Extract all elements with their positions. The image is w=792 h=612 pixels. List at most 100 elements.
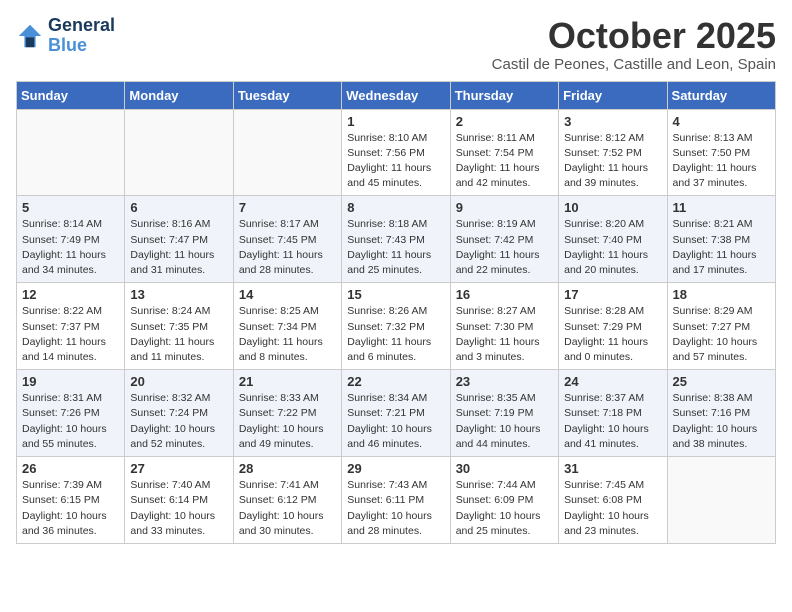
calendar-day-cell: 13Sunrise: 8:24 AM Sunset: 7:35 PM Dayli… <box>125 283 233 370</box>
calendar-day-cell: 8Sunrise: 8:18 AM Sunset: 7:43 PM Daylig… <box>342 196 450 283</box>
day-number: 30 <box>456 461 553 476</box>
logo-text: General Blue <box>48 16 115 56</box>
weekday-header-cell: Thursday <box>450 81 558 109</box>
weekday-header-cell: Wednesday <box>342 81 450 109</box>
day-info: Sunrise: 8:12 AM Sunset: 7:52 PM Dayligh… <box>564 131 661 192</box>
calendar-day-cell: 28 Sunrise: 7:41 AM Sunset: 6:12 PM Dayli… <box>233 457 341 544</box>
calendar-week-row: 1 Sunrise: 8:10 AM Sunset: 7:56 PM Daylig… <box>17 109 776 196</box>
day-number: 5 <box>22 200 119 215</box>
calendar-day-cell <box>125 109 233 196</box>
page-header: General Blue October 2025 Castil de Peon… <box>16 16 776 73</box>
calendar-day-cell: 17Sunrise: 8:28 AM Sunset: 7:29 PM Dayli… <box>559 283 667 370</box>
calendar-day-cell: 26Sunrise: 7:39 AM Sunset: 6:15 PM Dayli… <box>17 457 125 544</box>
calendar-day-cell: 4 Sunrise: 8:13 AM Sunset: 7:50 PM Daylig… <box>667 109 775 196</box>
location-title: Castil de Peones, Castille and Leon, Spa… <box>492 56 776 73</box>
day-info: Sunrise: 8:16 AM Sunset: 7:47 PM Dayligh… <box>130 217 227 278</box>
weekday-header-cell: Sunday <box>17 81 125 109</box>
day-info: Sunrise: 8:32 AM Sunset: 7:24 PM Dayligh… <box>130 391 227 452</box>
weekday-header-cell: Tuesday <box>233 81 341 109</box>
day-info: Sunrise: 7:44 AM Sunset: 6:09 PM Dayligh… <box>456 478 553 539</box>
weekday-header-row: SundayMondayTuesdayWednesdayThursdayFrid… <box>17 81 776 109</box>
day-number: 22 <box>347 374 444 389</box>
day-number: 28 <box>239 461 336 476</box>
day-info: Sunrise: 7:45 AM Sunset: 6:08 PM Dayligh… <box>564 478 661 539</box>
calendar-day-cell: 29 Sunrise: 7:43 AM Sunset: 6:11 PM Dayli… <box>342 457 450 544</box>
calendar-week-row: 19 Sunrise: 8:31 AM Sunset: 7:26 PM Dayli… <box>17 370 776 457</box>
day-number: 9 <box>456 200 553 215</box>
logo-icon <box>16 22 44 50</box>
day-info: Sunrise: 8:22 AM Sunset: 7:37 PM Dayligh… <box>22 304 119 365</box>
day-number: 15 <box>347 287 444 302</box>
day-number: 25 <box>673 374 770 389</box>
calendar-day-cell: 7 Sunrise: 8:17 AM Sunset: 7:45 PM Daylig… <box>233 196 341 283</box>
calendar-day-cell: 16Sunrise: 8:27 AM Sunset: 7:30 PM Dayli… <box>450 283 558 370</box>
day-number: 6 <box>130 200 227 215</box>
day-info: Sunrise: 8:33 AM Sunset: 7:22 PM Dayligh… <box>239 391 336 452</box>
calendar-day-cell: 18Sunrise: 8:29 AM Sunset: 7:27 PM Dayli… <box>667 283 775 370</box>
weekday-header-cell: Friday <box>559 81 667 109</box>
day-number: 17 <box>564 287 661 302</box>
weekday-header-cell: Monday <box>125 81 233 109</box>
calendar-day-cell: 12 Sunrise: 8:22 AM Sunset: 7:37 PM Dayli… <box>17 283 125 370</box>
day-number: 23 <box>456 374 553 389</box>
day-number: 24 <box>564 374 661 389</box>
day-info: Sunrise: 8:14 AM Sunset: 7:49 PM Dayligh… <box>22 217 119 278</box>
day-number: 4 <box>673 114 770 129</box>
calendar-day-cell: 19 Sunrise: 8:31 AM Sunset: 7:26 PM Dayli… <box>17 370 125 457</box>
day-number: 31 <box>564 461 661 476</box>
day-info: Sunrise: 7:41 AM Sunset: 6:12 PM Dayligh… <box>239 478 336 539</box>
day-info: Sunrise: 8:18 AM Sunset: 7:43 PM Dayligh… <box>347 217 444 278</box>
calendar-day-cell: 2 Sunrise: 8:11 AM Sunset: 7:54 PM Daylig… <box>450 109 558 196</box>
day-info: Sunrise: 8:29 AM Sunset: 7:27 PM Dayligh… <box>673 304 770 365</box>
calendar-day-cell: 25 Sunrise: 8:38 AM Sunset: 7:16 PM Dayli… <box>667 370 775 457</box>
day-info: Sunrise: 8:21 AM Sunset: 7:38 PM Dayligh… <box>673 217 770 278</box>
day-info: Sunrise: 8:11 AM Sunset: 7:54 PM Dayligh… <box>456 131 553 192</box>
day-number: 29 <box>347 461 444 476</box>
calendar-day-cell: 15 Sunrise: 8:26 AM Sunset: 7:32 PM Dayli… <box>342 283 450 370</box>
day-info: Sunrise: 8:34 AM Sunset: 7:21 PM Dayligh… <box>347 391 444 452</box>
day-number: 1 <box>347 114 444 129</box>
day-info: Sunrise: 8:13 AM Sunset: 7:50 PM Dayligh… <box>673 131 770 192</box>
day-number: 16 <box>456 287 553 302</box>
day-info: Sunrise: 8:37 AM Sunset: 7:18 PM Dayligh… <box>564 391 661 452</box>
day-number: 10 <box>564 200 661 215</box>
day-info: Sunrise: 8:20 AM Sunset: 7:40 PM Dayligh… <box>564 217 661 278</box>
day-number: 3 <box>564 114 661 129</box>
calendar-day-cell <box>233 109 341 196</box>
day-info: Sunrise: 8:26 AM Sunset: 7:32 PM Dayligh… <box>347 304 444 365</box>
calendar-day-cell: 24 Sunrise: 8:37 AM Sunset: 7:18 PM Dayli… <box>559 370 667 457</box>
calendar-day-cell: 11 Sunrise: 8:21 AM Sunset: 7:38 PM Dayli… <box>667 196 775 283</box>
calendar-day-cell: 21 Sunrise: 8:33 AM Sunset: 7:22 PM Dayli… <box>233 370 341 457</box>
logo: General Blue <box>16 16 115 56</box>
day-info: Sunrise: 8:25 AM Sunset: 7:34 PM Dayligh… <box>239 304 336 365</box>
calendar-day-cell: 20 Sunrise: 8:32 AM Sunset: 7:24 PM Dayli… <box>125 370 233 457</box>
day-number: 20 <box>130 374 227 389</box>
day-number: 2 <box>456 114 553 129</box>
calendar-day-cell: 31 Sunrise: 7:45 AM Sunset: 6:08 PM Dayli… <box>559 457 667 544</box>
calendar-day-cell: 3 Sunrise: 8:12 AM Sunset: 7:52 PM Daylig… <box>559 109 667 196</box>
title-block: October 2025 Castil de Peones, Castille … <box>492 16 776 73</box>
day-number: 7 <box>239 200 336 215</box>
calendar-day-cell: 10 Sunrise: 8:20 AM Sunset: 7:40 PM Dayli… <box>559 196 667 283</box>
day-number: 14 <box>239 287 336 302</box>
calendar-day-cell: 30 Sunrise: 7:44 AM Sunset: 6:09 PM Dayli… <box>450 457 558 544</box>
month-title: October 2025 <box>492 16 776 56</box>
day-info: Sunrise: 8:10 AM Sunset: 7:56 PM Dayligh… <box>347 131 444 192</box>
day-number: 21 <box>239 374 336 389</box>
calendar-day-cell <box>667 457 775 544</box>
day-info: Sunrise: 7:43 AM Sunset: 6:11 PM Dayligh… <box>347 478 444 539</box>
weekday-header-cell: Saturday <box>667 81 775 109</box>
day-number: 19 <box>22 374 119 389</box>
day-info: Sunrise: 8:17 AM Sunset: 7:45 PM Dayligh… <box>239 217 336 278</box>
day-number: 11 <box>673 200 770 215</box>
day-number: 27 <box>130 461 227 476</box>
day-number: 12 <box>22 287 119 302</box>
day-info: Sunrise: 8:38 AM Sunset: 7:16 PM Dayligh… <box>673 391 770 452</box>
day-info: Sunrise: 8:24 AM Sunset: 7:35 PM Dayligh… <box>130 304 227 365</box>
calendar-day-cell: 5 Sunrise: 8:14 AM Sunset: 7:49 PM Daylig… <box>17 196 125 283</box>
day-info: Sunrise: 8:31 AM Sunset: 7:26 PM Dayligh… <box>22 391 119 452</box>
calendar-week-row: 26Sunrise: 7:39 AM Sunset: 6:15 PM Dayli… <box>17 457 776 544</box>
calendar-day-cell: 14 Sunrise: 8:25 AM Sunset: 7:34 PM Dayli… <box>233 283 341 370</box>
calendar-day-cell <box>17 109 125 196</box>
calendar-week-row: 12 Sunrise: 8:22 AM Sunset: 7:37 PM Dayli… <box>17 283 776 370</box>
